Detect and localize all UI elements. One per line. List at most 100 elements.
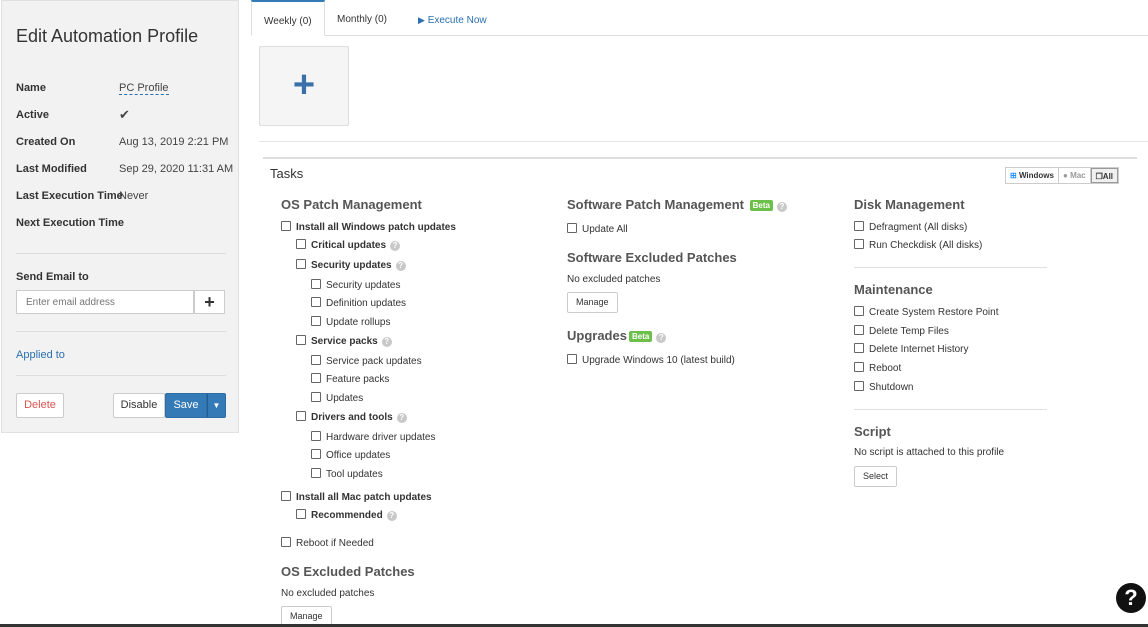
checkbox[interactable]: [311, 431, 321, 441]
checkbox[interactable]: [281, 537, 291, 547]
label: Security updates: [311, 260, 392, 271]
checkbox[interactable]: [854, 343, 864, 353]
checkbox[interactable]: [854, 325, 864, 335]
reboot-checkbox[interactable]: Reboot: [854, 362, 901, 374]
updates-checkbox[interactable]: Updates: [311, 392, 363, 404]
critical-checkbox[interactable]: Critical updates?: [296, 239, 401, 251]
maintenance-title: Maintenance: [854, 282, 933, 297]
checkbox[interactable]: [311, 373, 321, 383]
delete-button[interactable]: Delete: [16, 393, 64, 418]
checkbox[interactable]: [854, 221, 864, 231]
definition-updates-checkbox[interactable]: Definition updates: [311, 297, 406, 309]
tab-monthly[interactable]: Monthly (0): [325, 0, 399, 35]
checkdisk-checkbox[interactable]: Run Checkdisk (All disks): [854, 239, 982, 251]
recommended-checkbox[interactable]: Recommended?: [296, 509, 397, 521]
beta-badge: Beta: [628, 331, 653, 342]
help-icon[interactable]: ?: [386, 511, 397, 521]
execute-now-tab[interactable]: ▶ Execute Now: [406, 0, 499, 35]
service-pack-updates-checkbox[interactable]: Service pack updates: [311, 355, 422, 367]
service-packs-checkbox[interactable]: Service packs?: [296, 335, 392, 347]
checkbox[interactable]: [311, 297, 321, 307]
os-filter-toggle: ⊞ Windows ● Mac ❐All: [1005, 167, 1120, 184]
checkbox[interactable]: [296, 411, 306, 421]
software-excluded-manage-button[interactable]: Manage: [567, 292, 618, 313]
tab-weekly[interactable]: Weekly (0): [251, 0, 325, 36]
reboot-if-needed-checkbox[interactable]: Reboot if Needed: [281, 537, 374, 549]
checkbox[interactable]: [281, 491, 291, 501]
checkbox[interactable]: [311, 355, 321, 365]
office-updates-checkbox[interactable]: Office updates: [311, 449, 390, 461]
checkbox[interactable]: [854, 239, 864, 249]
label: Service pack updates: [326, 356, 422, 367]
checkbox[interactable]: [281, 221, 291, 231]
checkbox[interactable]: [311, 316, 321, 326]
feature-packs-checkbox[interactable]: Feature packs: [311, 373, 389, 385]
checkbox[interactable]: [567, 223, 577, 233]
help-icon[interactable]: ?: [390, 241, 401, 251]
email-input[interactable]: [16, 290, 194, 314]
add-email-button[interactable]: +: [194, 290, 225, 314]
os-patch-title: OS Patch Management: [281, 197, 422, 212]
windows-label: Windows: [1018, 171, 1054, 180]
disable-button[interactable]: Disable: [113, 393, 165, 418]
upgrade-win10-checkbox[interactable]: Upgrade Windows 10 (latest build): [567, 354, 735, 366]
active-label: Active: [16, 109, 50, 121]
checkbox[interactable]: [296, 239, 306, 249]
label: Reboot: [869, 363, 902, 374]
checkbox[interactable]: [854, 381, 864, 391]
tasks-title: Tasks: [270, 166, 304, 181]
internet-history-checkbox[interactable]: Delete Internet History: [854, 343, 969, 355]
divider: [854, 267, 1047, 268]
checkbox[interactable]: [296, 259, 306, 269]
help-button[interactable]: ?: [1116, 583, 1146, 613]
label: Service packs: [311, 336, 378, 347]
os-filter-all[interactable]: ❐All: [1090, 168, 1119, 183]
help-icon[interactable]: ?: [381, 337, 392, 347]
update-rollups-checkbox[interactable]: Update rollups: [311, 316, 390, 328]
profile-name-link[interactable]: PC Profile: [119, 82, 169, 95]
label: Definition updates: [326, 298, 407, 309]
checkbox[interactable]: [854, 362, 864, 372]
help-icon[interactable]: ?: [396, 413, 407, 423]
temp-files-checkbox[interactable]: Delete Temp Files: [854, 325, 949, 337]
checkbox[interactable]: [296, 509, 306, 519]
select-script-button[interactable]: Select: [854, 466, 898, 487]
last-exec-label: Last Execution Time: [16, 190, 123, 202]
update-all-checkbox[interactable]: Update All: [567, 223, 628, 235]
checkbox[interactable]: [296, 335, 306, 345]
label: Security updates: [326, 280, 401, 291]
help-icon[interactable]: ?: [656, 333, 667, 343]
software-excluded-title: Software Excluded Patches: [567, 250, 737, 265]
label: Create System Restore Point: [869, 307, 999, 318]
checkbox[interactable]: [567, 354, 577, 364]
profile-panel: Edit Automation Profile Name PC Profile …: [1, 0, 239, 433]
help-icon[interactable]: ?: [776, 202, 787, 212]
page-title: Edit Automation Profile: [16, 26, 199, 46]
checkbox[interactable]: [854, 306, 864, 316]
checkbox[interactable]: [311, 468, 321, 478]
drivers-tools-checkbox[interactable]: Drivers and tools?: [296, 411, 407, 423]
help-icon[interactable]: ?: [395, 261, 406, 271]
tool-updates-checkbox[interactable]: Tool updates: [311, 468, 383, 480]
windows-icon: ⊞: [1010, 171, 1017, 180]
schedule-tabs: Weekly (0) Monthly (0) ▶ Execute Now: [251, 0, 1148, 36]
os-filter-mac[interactable]: ● Mac: [1059, 168, 1091, 183]
hardware-driver-updates-checkbox[interactable]: Hardware driver updates: [311, 431, 436, 443]
applied-to-link[interactable]: Applied to: [16, 349, 236, 361]
checkbox[interactable]: [311, 279, 321, 289]
add-schedule-button[interactable]: +: [259, 46, 349, 126]
save-button[interactable]: Save: [165, 393, 207, 418]
install-mac-checkbox[interactable]: Install all Mac patch updates: [281, 491, 432, 503]
restore-point-checkbox[interactable]: Create System Restore Point: [854, 306, 999, 318]
defragment-checkbox[interactable]: Defragment (All disks): [854, 221, 967, 233]
security-updates-checkbox[interactable]: Security updates: [311, 279, 401, 291]
script-text: No script is attached to this profile: [854, 447, 1005, 458]
label: Defragment (All disks): [869, 222, 968, 233]
checkbox[interactable]: [311, 392, 321, 402]
install-windows-checkbox[interactable]: Install all Windows patch updates: [281, 221, 456, 233]
os-filter-windows[interactable]: ⊞ Windows: [1006, 168, 1059, 183]
security-checkbox[interactable]: Security updates?: [296, 259, 406, 271]
checkbox[interactable]: [311, 449, 321, 459]
shutdown-checkbox[interactable]: Shutdown: [854, 381, 913, 393]
save-dropdown-button[interactable]: ▼: [207, 393, 226, 418]
